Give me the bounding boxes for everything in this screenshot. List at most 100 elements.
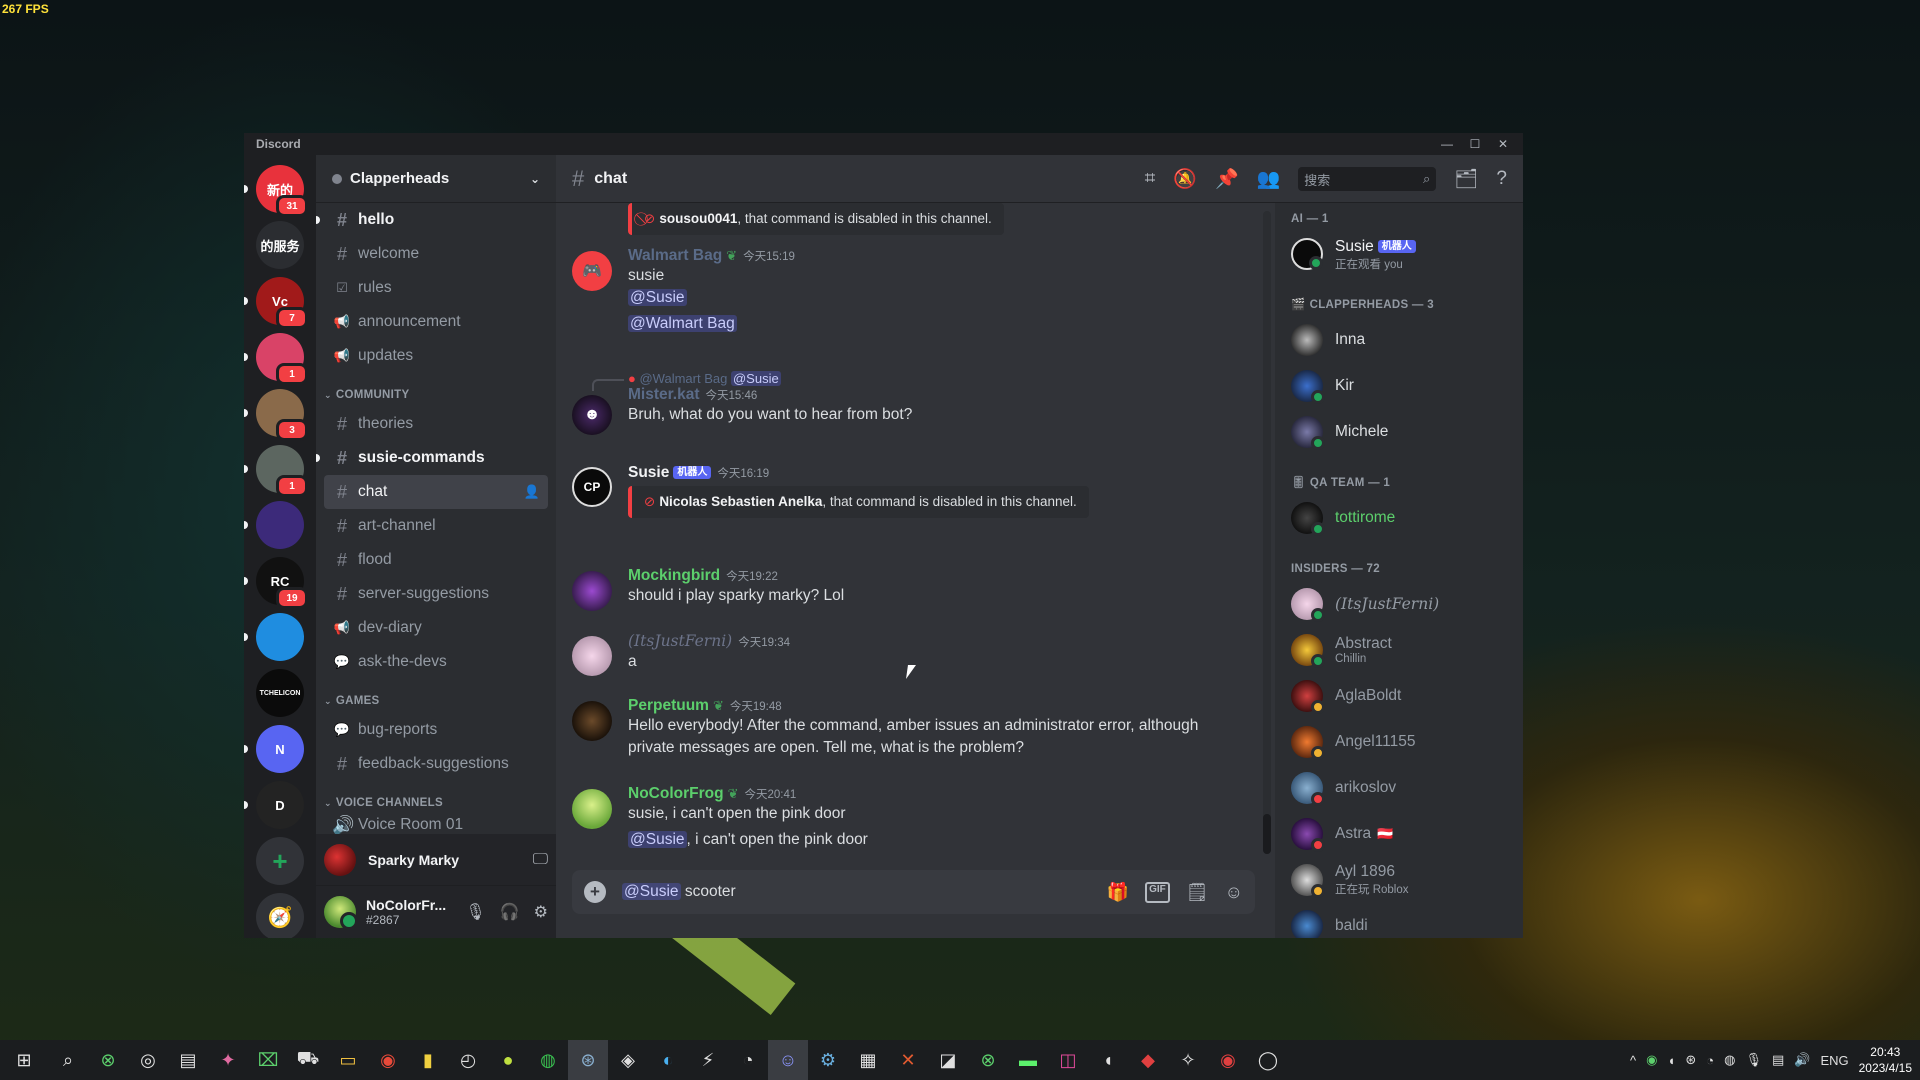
server-icon[interactable]: 1 <box>256 445 308 497</box>
app-icon[interactable]: ✦ <box>208 1040 248 1080</box>
help-icon[interactable]: ? <box>1496 168 1507 190</box>
app-icon[interactable]: ◉ <box>1208 1040 1248 1080</box>
server-header[interactable]: Clapperheads ⌄ <box>316 155 556 203</box>
minimize-icon[interactable]: — <box>1433 133 1461 155</box>
avatar[interactable] <box>572 789 612 829</box>
member-item[interactable]: Kir <box>1275 363 1523 409</box>
app-icon[interactable]: ✧ <box>1168 1040 1208 1080</box>
member-item[interactable]: (ItsJustFerni) <box>1275 581 1523 627</box>
member-item[interactable]: Angel11155 <box>1275 719 1523 765</box>
app-icon[interactable]: ● <box>488 1040 528 1080</box>
member-item[interactable]: Susie 机器人 正在观看 you <box>1275 231 1523 277</box>
inbox-icon[interactable]: 🗂 <box>1454 167 1478 191</box>
app-icon[interactable]: ▤ <box>168 1040 208 1080</box>
close-icon[interactable]: ✕ <box>1489 133 1517 155</box>
screen-share-icon[interactable]: 🖵 <box>533 851 548 869</box>
app-icon[interactable]: ◐ <box>648 1040 688 1080</box>
user-mention[interactable]: @Susie <box>628 289 687 306</box>
message-author[interactable]: Mister.kat <box>628 386 700 403</box>
notes-icon[interactable]: ▮ <box>408 1040 448 1080</box>
category-voice[interactable]: ⌄ VOICE CHANNELS <box>316 781 556 815</box>
search-icon[interactable]: ⌕ <box>48 1040 88 1080</box>
channel-updates[interactable]: 📢 updates <box>324 339 548 373</box>
server-icon[interactable]: D <box>256 781 304 829</box>
channel-hello[interactable]: # hello <box>316 203 548 237</box>
wechat-icon[interactable]: ◍ <box>528 1040 568 1080</box>
app-icon[interactable]: ◎ <box>128 1040 168 1080</box>
microphone-icon[interactable]: 🎙 <box>1745 1052 1762 1068</box>
server-icon[interactable] <box>256 613 304 661</box>
avatar[interactable]: CP <box>572 467 612 507</box>
tray-app-icon[interactable]: ◔ <box>1706 1053 1714 1068</box>
server-icon[interactable]: RC 19 <box>256 557 308 609</box>
chevron-down-icon[interactable]: ⌄ <box>530 172 540 186</box>
avatar[interactable] <box>572 701 612 741</box>
channel-bug-reports[interactable]: 💬 bug-reports <box>324 713 548 747</box>
search-input[interactable]: 搜索 ⌕ <box>1298 167 1437 191</box>
message-input[interactable]: @Susie scooter <box>622 883 1107 901</box>
steam-icon[interactable]: ⊛ <box>568 1040 608 1080</box>
channel-art-channel[interactable]: # art-channel <box>324 509 548 543</box>
server-icon[interactable]: 的服务 <box>256 221 304 269</box>
message-composer[interactable]: + @Susie scooter 🎁 GIF 🗒 ☺ <box>572 870 1255 914</box>
channel-chat[interactable]: # chat 👤 <box>324 475 548 509</box>
tray-app-icon[interactable]: ◍ <box>1724 1052 1735 1068</box>
message-author[interactable]: Walmart Bag <box>628 247 722 264</box>
channel-theories[interactable]: # theories <box>324 407 548 441</box>
app-icon[interactable]: ◆ <box>1128 1040 1168 1080</box>
channel-flood[interactable]: # flood <box>324 543 548 577</box>
channel-susie-commands[interactable]: # susie-commands <box>316 441 548 475</box>
invite-member-icon[interactable]: 👤 <box>524 484 540 500</box>
avatar[interactable] <box>572 571 612 611</box>
app-icon[interactable]: ◪ <box>928 1040 968 1080</box>
gift-icon[interactable]: 🎁 <box>1107 882 1129 903</box>
app-icon[interactable]: ⛟ <box>288 1040 328 1080</box>
user-avatar[interactable] <box>324 896 358 930</box>
scrollbar[interactable] <box>1263 211 1271 854</box>
voice-channel[interactable]: 🔊 Voice Room 01 <box>324 815 548 834</box>
xbox-icon[interactable]: ⊗ <box>968 1040 1008 1080</box>
chevron-up-icon[interactable]: ^ <box>1630 1053 1636 1068</box>
channel-feedback-suggestions[interactable]: # feedback-suggestions <box>324 747 548 781</box>
member-item[interactable]: tottirome <box>1275 495 1523 541</box>
app-icon[interactable]: ◴ <box>448 1040 488 1080</box>
server-icon[interactable]: N <box>256 725 304 773</box>
steam-tray-icon[interactable]: ⊛ <box>1685 1052 1696 1068</box>
avatar[interactable] <box>324 843 356 876</box>
member-item[interactable]: Inna <box>1275 317 1523 363</box>
headphones-icon[interactable]: 🎧 <box>500 902 520 922</box>
channel-dev-diary[interactable]: 📢 dev-diary <box>324 611 548 645</box>
channel-ask-the-devs[interactable]: 💬 ask-the-devs <box>324 645 548 679</box>
category-games[interactable]: ⌄ GAMES <box>316 679 556 713</box>
tray-app-icon[interactable]: ◉ <box>1646 1052 1657 1068</box>
add-server-icon[interactable]: + <box>256 837 304 885</box>
add-attachment-icon[interactable]: + <box>584 881 606 903</box>
app-icon[interactable]: ◈ <box>608 1040 648 1080</box>
chrome-icon[interactable]: ◉ <box>368 1040 408 1080</box>
message-author[interactable]: NoColorFrog <box>628 785 724 802</box>
mute-bell-icon[interactable]: 🔕 <box>1173 167 1197 191</box>
reply-preview[interactable]: ● @Walmart Bag @Susie <box>592 371 1255 391</box>
app-icon[interactable]: ⚡ <box>688 1040 728 1080</box>
member-item[interactable]: AglaBoldt <box>1275 673 1523 719</box>
explore-servers-icon[interactable]: 🧭 <box>256 893 304 938</box>
message-author[interactable]: Mockingbird <box>628 567 720 584</box>
settings-icon[interactable]: ⚙ <box>808 1040 848 1080</box>
app-icon[interactable]: ✕ <box>888 1040 928 1080</box>
member-list-icon[interactable]: 👥 <box>1257 167 1281 191</box>
message-author[interactable]: Perpetuum <box>628 697 709 714</box>
pin-icon[interactable]: 📌 <box>1215 167 1239 191</box>
maximize-icon[interactable]: ☐ <box>1461 133 1489 155</box>
server-icon[interactable]: TCHELICON <box>256 669 304 717</box>
member-item[interactable]: Ayl 1896 正在玩 Roblox <box>1275 857 1523 903</box>
discord-icon[interactable]: ☺ <box>768 1040 808 1080</box>
avatar[interactable]: ☻ <box>572 395 612 435</box>
language-indicator[interactable]: ENG <box>1820 1053 1848 1068</box>
tray-app-icon[interactable]: ◖ <box>1667 1053 1675 1068</box>
user-mention[interactable]: @Walmart Bag <box>628 315 737 332</box>
channel-rules[interactable]: ☑ rules <box>324 271 548 305</box>
gif-icon[interactable]: GIF <box>1145 881 1170 903</box>
gear-icon[interactable]: ⚙ <box>534 902 548 922</box>
avatar[interactable]: 🎮 <box>572 251 612 291</box>
app-icon[interactable]: ◫ <box>1048 1040 1088 1080</box>
